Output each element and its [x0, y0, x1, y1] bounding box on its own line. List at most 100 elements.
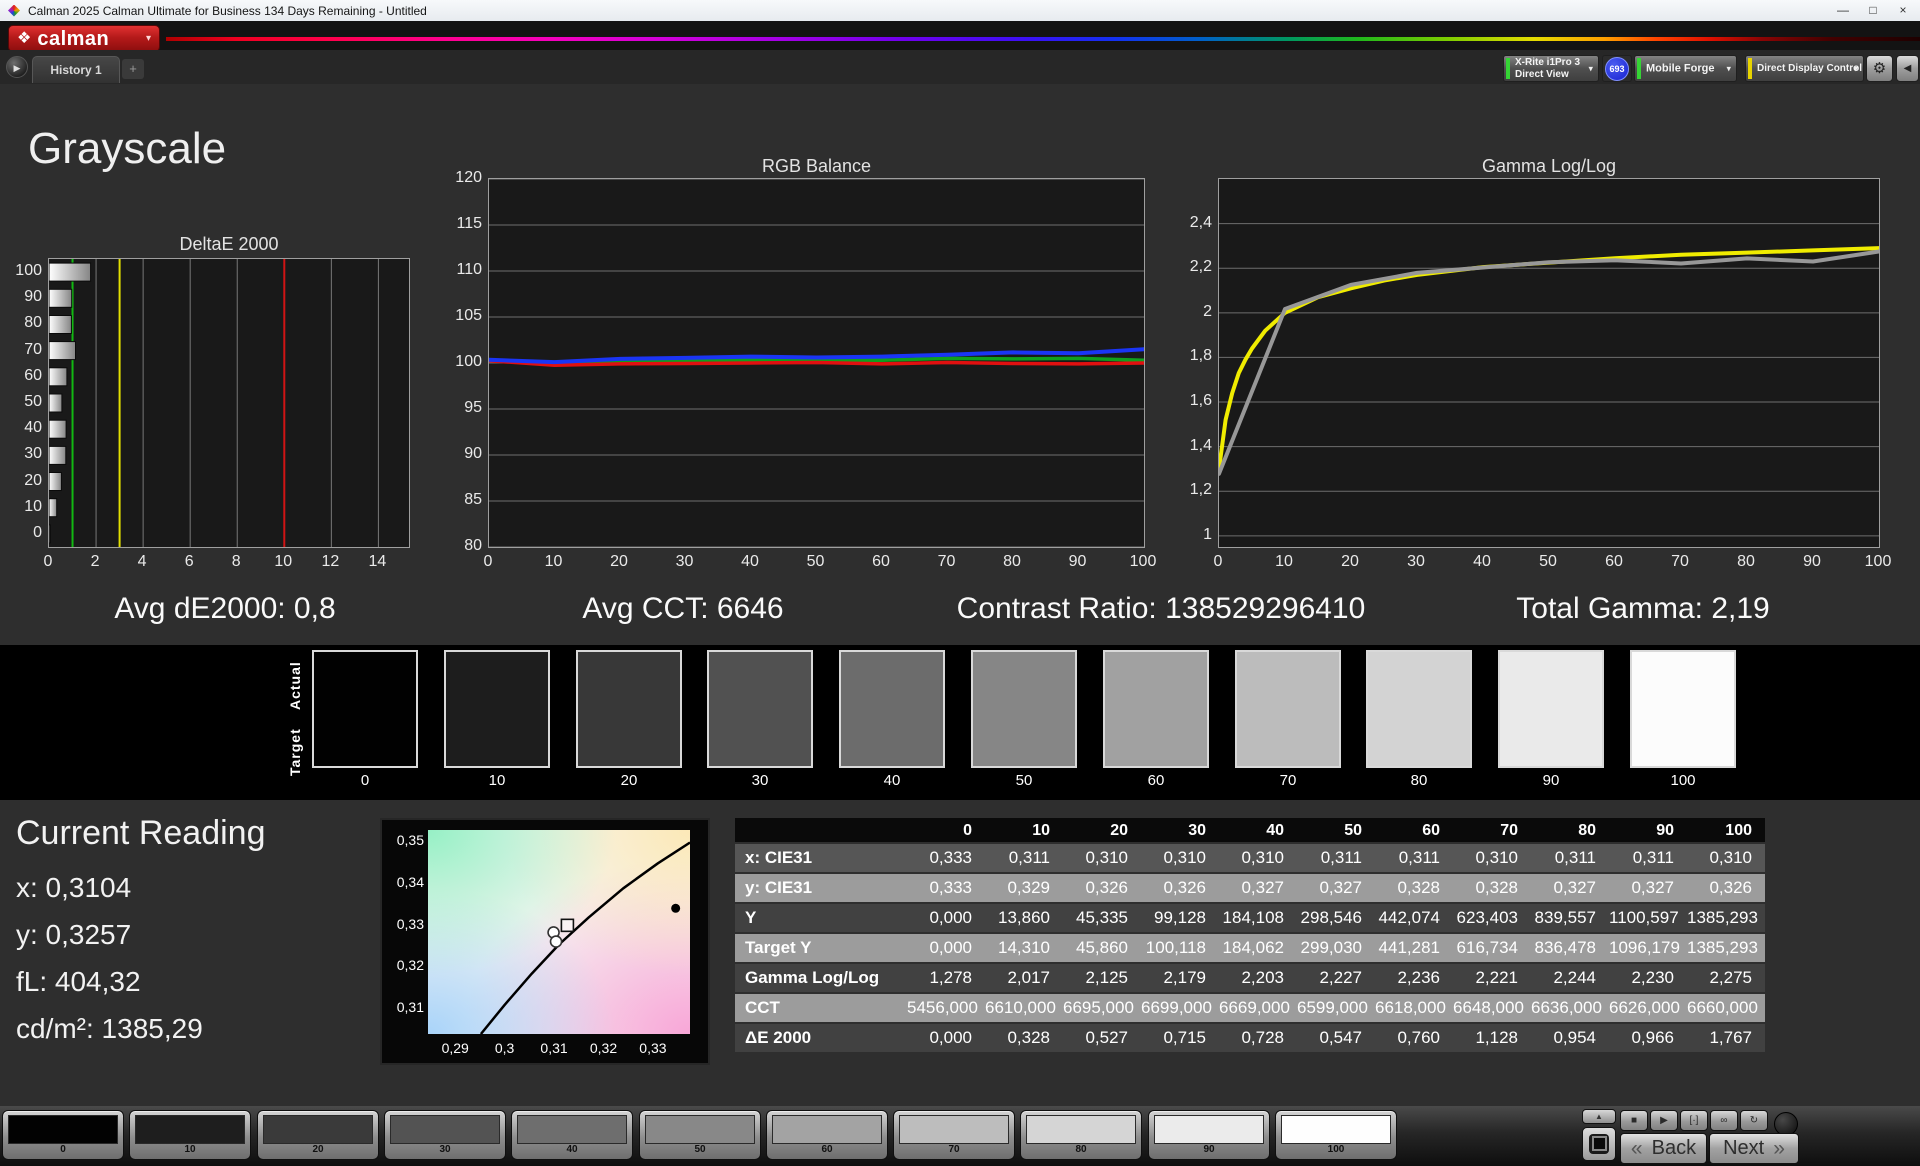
- play-button[interactable]: ▶: [1650, 1110, 1678, 1131]
- strip-swatch-100: [1630, 650, 1736, 768]
- calman-logo-button[interactable]: ❖ calman ▾: [8, 25, 160, 52]
- table-cell: 441,281: [1375, 934, 1453, 964]
- display-control-dropdown[interactable]: Direct Display Control▾: [1745, 55, 1864, 82]
- pattern-button-label: 10: [130, 1144, 250, 1155]
- strip-swatch-label: 30: [705, 772, 815, 789]
- table-column-header: 20: [1063, 818, 1141, 844]
- rgb-ytick-label: 95: [438, 399, 482, 417]
- table-column-header: 100: [1687, 818, 1765, 844]
- pattern-button-40[interactable]: 40: [511, 1110, 633, 1160]
- gamma-xtick-label: 90: [1794, 553, 1830, 571]
- table-corner-cell: [735, 818, 907, 844]
- table-cell: 0,333: [907, 844, 985, 874]
- continuous-measure-button[interactable]: ∞: [1710, 1110, 1738, 1131]
- table-cell: 2,275: [1687, 964, 1765, 994]
- rgb-ytick-label: 110: [438, 261, 482, 279]
- source-dropdown-label: Mobile Forge: [1646, 62, 1714, 75]
- source-dropdown[interactable]: Mobile Forge▾: [1634, 55, 1737, 82]
- pattern-button-60[interactable]: 60: [766, 1110, 888, 1160]
- meter-count-badge[interactable]: 693: [1602, 55, 1632, 82]
- strip-swatch-label: 100: [1628, 772, 1738, 789]
- contrast-ratio-stat: Contrast Ratio: 138529296410: [901, 592, 1421, 626]
- cie-chart-plot: [428, 830, 690, 1034]
- pattern-button-10[interactable]: 10: [129, 1110, 251, 1160]
- pattern-button-100[interactable]: 100: [1275, 1110, 1397, 1160]
- rgb-ytick-label: 120: [438, 169, 482, 187]
- table-cell: 0,966: [1609, 1024, 1687, 1054]
- pattern-button-label: 20: [258, 1144, 378, 1155]
- total-gamma-stat: Total Gamma: 2,19: [1443, 592, 1843, 626]
- table-column-header: 30: [1141, 818, 1219, 844]
- pattern-button-30[interactable]: 30: [384, 1110, 506, 1160]
- stop-button[interactable]: ■: [1620, 1110, 1648, 1131]
- tab-history-1[interactable]: History 1: [32, 56, 120, 83]
- table-row-label: Y: [735, 904, 907, 934]
- table-cell: 2,244: [1531, 964, 1609, 994]
- table-cell: 2,227: [1297, 964, 1375, 994]
- single-measure-button[interactable]: [·]: [1680, 1110, 1708, 1131]
- current-reading-x: x: 0,3104: [16, 872, 131, 904]
- table-row-label: Target Y: [735, 934, 907, 964]
- pattern-swatch: [390, 1115, 500, 1144]
- strip-swatch-40: [839, 650, 945, 768]
- table-cell: 2,017: [985, 964, 1063, 994]
- strip-swatch-50: [971, 650, 1077, 768]
- table-cell: 5456,000: [907, 994, 985, 1024]
- rgb-ytick-label: 115: [438, 215, 482, 233]
- pattern-window-button[interactable]: [1582, 1127, 1616, 1161]
- pattern-button-90[interactable]: 90: [1148, 1110, 1270, 1160]
- table-cell: 298,546: [1297, 904, 1375, 934]
- table-cell: 0,000: [907, 934, 985, 964]
- table-cell: 1100,597: [1609, 904, 1687, 934]
- rgb-xtick-label: 100: [1125, 553, 1161, 571]
- pattern-button-80[interactable]: 80: [1020, 1110, 1142, 1160]
- table-cell: 0,311: [1297, 844, 1375, 874]
- pattern-window-icon: [1589, 1134, 1609, 1154]
- pattern-button-20[interactable]: 20: [257, 1110, 379, 1160]
- table-cell: 99,128: [1141, 904, 1219, 934]
- pattern-button-label: 100: [1276, 1144, 1396, 1155]
- deltae-xtick-label: 6: [171, 553, 207, 571]
- pattern-button-50[interactable]: 50: [639, 1110, 761, 1160]
- strip-swatch-30: [707, 650, 813, 768]
- strip-swatch-10: [444, 650, 550, 768]
- chevron-down-icon: ▾: [1853, 63, 1858, 74]
- table-cell: 0,326: [1687, 874, 1765, 904]
- back-button[interactable]: « Back: [1620, 1133, 1707, 1164]
- minimize-button[interactable]: —: [1828, 0, 1858, 21]
- deltae-category-label: 60: [0, 367, 42, 385]
- settings-gear-button[interactable]: ⚙: [1866, 55, 1893, 82]
- table-cell: 0,954: [1531, 1024, 1609, 1054]
- table-cell: 299,030: [1297, 934, 1375, 964]
- table-cell: 2,203: [1219, 964, 1297, 994]
- pattern-button-label: 50: [640, 1144, 760, 1155]
- deltae-category-label: 70: [0, 341, 42, 359]
- pattern-button-0[interactable]: 0: [2, 1110, 124, 1160]
- rgb-chart-title: RGB Balance: [488, 156, 1145, 177]
- maximize-button[interactable]: □: [1858, 0, 1888, 21]
- gamma-xtick-label: 70: [1662, 553, 1698, 571]
- pattern-button-70[interactable]: 70: [893, 1110, 1015, 1160]
- deltae-category-label: 50: [0, 393, 42, 411]
- next-chevron-icon: »: [1773, 1137, 1785, 1161]
- meter-dropdown[interactable]: X-Rite i1Pro 3Direct View▾: [1503, 55, 1599, 82]
- grayscale-swatch-strip: Actual Target 0102030405060708090100: [0, 645, 1920, 800]
- add-tab-button[interactable]: +: [122, 59, 144, 79]
- refresh-button[interactable]: ↻: [1740, 1110, 1768, 1131]
- table-cell: 1385,293: [1687, 904, 1765, 934]
- tab-scroll-button[interactable]: ▶: [6, 56, 28, 78]
- toolbar-expand-button[interactable]: ▲: [1582, 1109, 1616, 1124]
- gamma-xtick-label: 80: [1728, 553, 1764, 571]
- table-cell: 1096,179: [1609, 934, 1687, 964]
- collapse-panel-button[interactable]: ◀: [1896, 55, 1919, 82]
- table-cell: 0,310: [1453, 844, 1531, 874]
- avg-de2000-stat: Avg dE2000: 0,8: [25, 592, 425, 626]
- back-chevron-icon: «: [1631, 1137, 1643, 1161]
- table-cell: 6618,000: [1375, 994, 1453, 1024]
- close-button[interactable]: ×: [1888, 0, 1918, 21]
- page-title: Grayscale: [28, 124, 226, 174]
- table-cell: 6610,000: [985, 994, 1063, 1024]
- table-cell: 13,860: [985, 904, 1063, 934]
- display-control-dropdown-label: Direct Display Control: [1757, 63, 1862, 75]
- next-button[interactable]: Next »: [1709, 1133, 1799, 1164]
